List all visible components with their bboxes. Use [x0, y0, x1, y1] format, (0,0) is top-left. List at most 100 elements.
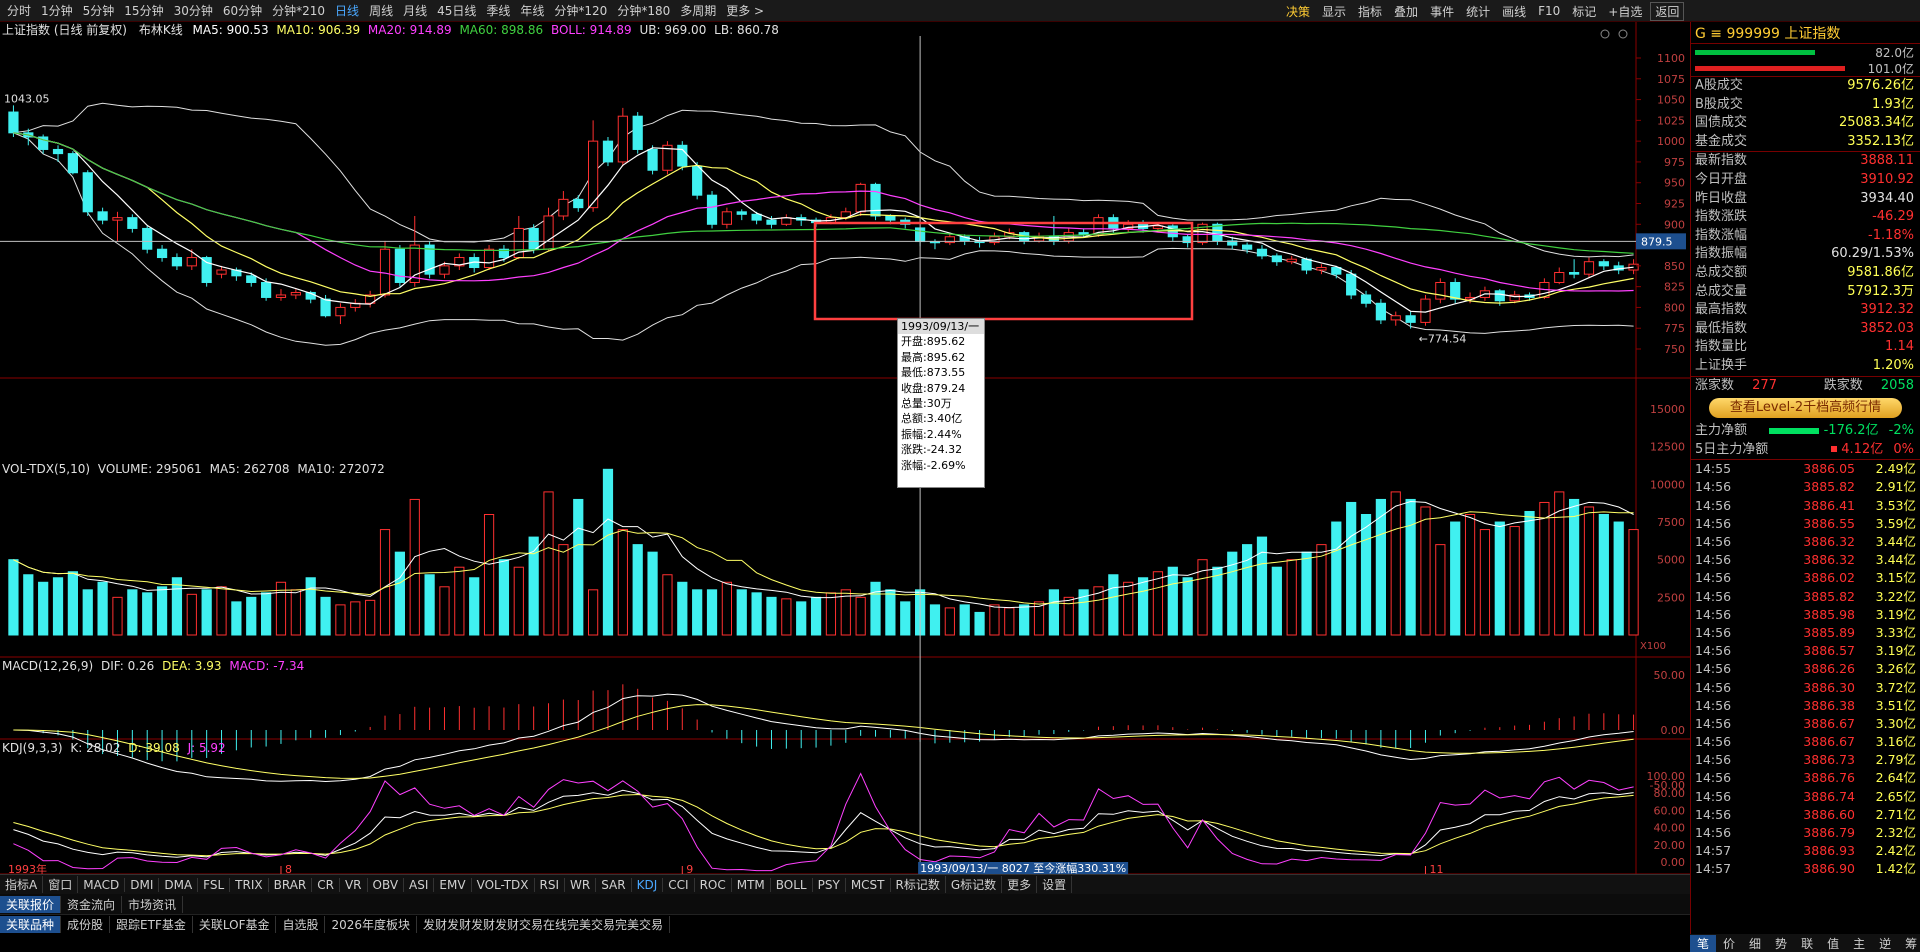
indicator-tab-1[interactable]: 窗口: [43, 876, 79, 893]
period-tab-9[interactable]: 月线: [398, 2, 432, 19]
indicator-tab-27[interactable]: 设置: [1037, 876, 1073, 893]
indicator-tab-8[interactable]: CR: [312, 877, 340, 892]
period-tab-12[interactable]: 年线: [515, 2, 549, 19]
indicator-tab-18[interactable]: CCI: [663, 877, 695, 892]
tool-button-4[interactable]: 事件: [1424, 3, 1460, 20]
period-tab-15[interactable]: 多周期: [675, 2, 721, 19]
period-tab-7[interactable]: 日线: [330, 2, 364, 19]
main-net-label: 主力净额: [1695, 423, 1748, 439]
kline-chart[interactable]: 1100107510501025100097595092590087585082…: [0, 22, 1690, 874]
indicator-tab-16[interactable]: SAR: [596, 877, 632, 892]
tool-button-6[interactable]: 画线: [1496, 3, 1532, 20]
indicator-tab-6[interactable]: TRIX: [230, 877, 269, 892]
indicator-tab-12[interactable]: EMV: [434, 877, 472, 892]
indicator-tab-0[interactable]: 指标A: [0, 876, 44, 893]
period-tab-4[interactable]: 30分钟: [169, 2, 218, 19]
tick-row: 14:56 3886.67 3.30亿: [1691, 715, 1920, 733]
volume-bar: [959, 604, 970, 636]
period-tab-3[interactable]: 15分钟: [119, 2, 168, 19]
level2-button[interactable]: 查看Level-2千档高频行情: [1709, 398, 1902, 419]
quote-tab-0[interactable]: 笔: [1690, 934, 1717, 952]
related-tab-1[interactable]: 成份股: [61, 916, 111, 933]
indicator-tab-22[interactable]: PSY: [813, 877, 846, 892]
indicator-tab-26[interactable]: 更多: [1002, 876, 1038, 893]
quote-value: 3934.40: [1860, 190, 1914, 206]
quote-tab-3[interactable]: 势: [1768, 935, 1794, 952]
tool-button-0[interactable]: 决策: [1280, 3, 1316, 20]
related-tab-4[interactable]: 自选股: [276, 916, 326, 933]
tool-button-9[interactable]: +自选: [1602, 3, 1648, 20]
period-tab-13[interactable]: 分钟*120: [549, 2, 612, 19]
indicator-tab-23[interactable]: MCST: [846, 877, 891, 892]
candle: [617, 107, 628, 167]
quote-row: 最新指数 3888.11: [1691, 152, 1920, 171]
indicator-tab-20[interactable]: MTM: [732, 877, 771, 892]
volume-bar: [588, 589, 599, 636]
quote-tab-2[interactable]: 细: [1742, 935, 1768, 952]
macd-title: MACD(12,26,9): [2, 659, 94, 673]
period-tab-8[interactable]: 周线: [364, 2, 398, 19]
related-tab-0[interactable]: 关联品种: [0, 916, 62, 933]
period-tab-1[interactable]: 1分钟: [36, 2, 78, 19]
tool-button-3[interactable]: 叠加: [1388, 3, 1424, 20]
info-tab-2[interactable]: 市场资讯: [122, 895, 184, 913]
quote-tab-7[interactable]: 逆: [1872, 935, 1898, 952]
tick-row: 14:55 3886.05 2.49亿: [1691, 460, 1920, 478]
tool-button-8[interactable]: 标记: [1566, 3, 1602, 20]
indicator-tab-15[interactable]: WR: [565, 877, 597, 892]
period-tab-10[interactable]: 45日线: [432, 2, 481, 19]
related-tab-2[interactable]: 跟踪ETF基金: [110, 916, 193, 933]
indicator-tab-3[interactable]: DMI: [125, 877, 160, 892]
tick-amount: 2.42亿: [1875, 843, 1916, 859]
indicator-tab-21[interactable]: BOLL: [771, 877, 813, 892]
indicator-tab-11[interactable]: ASI: [404, 877, 435, 892]
tool-button-2[interactable]: 指标: [1352, 3, 1388, 20]
volume-bar: [394, 551, 405, 636]
tick-amount: 3.53亿: [1875, 497, 1916, 513]
indicator-tab-24[interactable]: R标记数: [891, 876, 946, 893]
indicator-tab-5[interactable]: FSL: [198, 877, 231, 892]
tooltip-row: 最低:873.55: [901, 366, 966, 380]
tick-price: 3886.32: [1803, 534, 1855, 550]
indicator-tab-10[interactable]: OBV: [368, 877, 405, 892]
indicator-tab-14[interactable]: RSI: [535, 877, 566, 892]
kdj-tick-label: 60.00: [1654, 804, 1686, 817]
tool-button-1[interactable]: 显示: [1316, 3, 1352, 20]
candle: [424, 240, 435, 279]
period-tab-14[interactable]: 分钟*180: [612, 2, 675, 19]
indicator-tab-17[interactable]: KDJ: [632, 877, 664, 892]
volume-bar: [1004, 607, 1015, 636]
indicator-tab-7[interactable]: BRAR: [269, 877, 313, 892]
period-tab-16[interactable]: 更多 >: [721, 2, 769, 19]
volume-bar: [1346, 501, 1357, 636]
quote-tab-6[interactable]: 主: [1846, 935, 1872, 952]
period-tab-0[interactable]: 分时: [2, 2, 36, 19]
info-tab-1[interactable]: 资金流向: [61, 895, 123, 913]
kdj-tick-label: 80.00: [1654, 787, 1686, 800]
tool-button-10[interactable]: 返回: [1650, 1, 1685, 21]
indicator-tab-13[interactable]: VOL-TDX: [472, 877, 535, 892]
period-tab-11[interactable]: 季线: [481, 2, 515, 19]
quote-tab-5[interactable]: 值: [1820, 935, 1846, 952]
period-tab-2[interactable]: 5分钟: [78, 2, 120, 19]
indicator-tab-19[interactable]: ROC: [695, 877, 732, 892]
quote-tab-1[interactable]: 价: [1716, 935, 1742, 952]
tool-button-7[interactable]: F10: [1532, 4, 1566, 18]
quote-tab-8[interactable]: 筹: [1898, 935, 1920, 952]
indicator-tab-25[interactable]: G标记数: [946, 876, 1003, 893]
indicator-tab-9[interactable]: VR: [340, 877, 368, 892]
quote-tab-4[interactable]: 联: [1794, 935, 1820, 952]
related-tab-5[interactable]: 2026年度板块: [325, 916, 418, 933]
volume-bar: [1316, 544, 1327, 636]
quote-row: 上证换手 1.20%: [1691, 357, 1920, 376]
related-tab-6[interactable]: 发财发财发财发财交易在线完美交易完美交易: [417, 916, 671, 933]
quote-label: 最低指数: [1695, 320, 1748, 336]
related-tab-3[interactable]: 关联LOF基金: [193, 916, 277, 933]
indicator-tab-2[interactable]: MACD: [78, 877, 126, 892]
indicator-tab-4[interactable]: DMA: [159, 877, 199, 892]
info-tab-0[interactable]: 关联报价: [0, 895, 62, 913]
volume-bar: [97, 581, 108, 636]
period-tab-6[interactable]: 分钟*210: [267, 2, 330, 19]
tool-button-5[interactable]: 统计: [1460, 3, 1496, 20]
period-tab-5[interactable]: 60分钟: [218, 2, 267, 19]
